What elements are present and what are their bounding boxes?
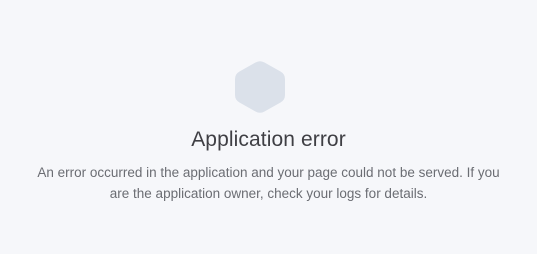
hexagon-icon [235, 61, 285, 113]
error-page: Application error An error occurred in t… [0, 0, 537, 254]
page-title: Application error [191, 128, 346, 151]
error-message: An error occurred in the application and… [37, 165, 500, 201]
